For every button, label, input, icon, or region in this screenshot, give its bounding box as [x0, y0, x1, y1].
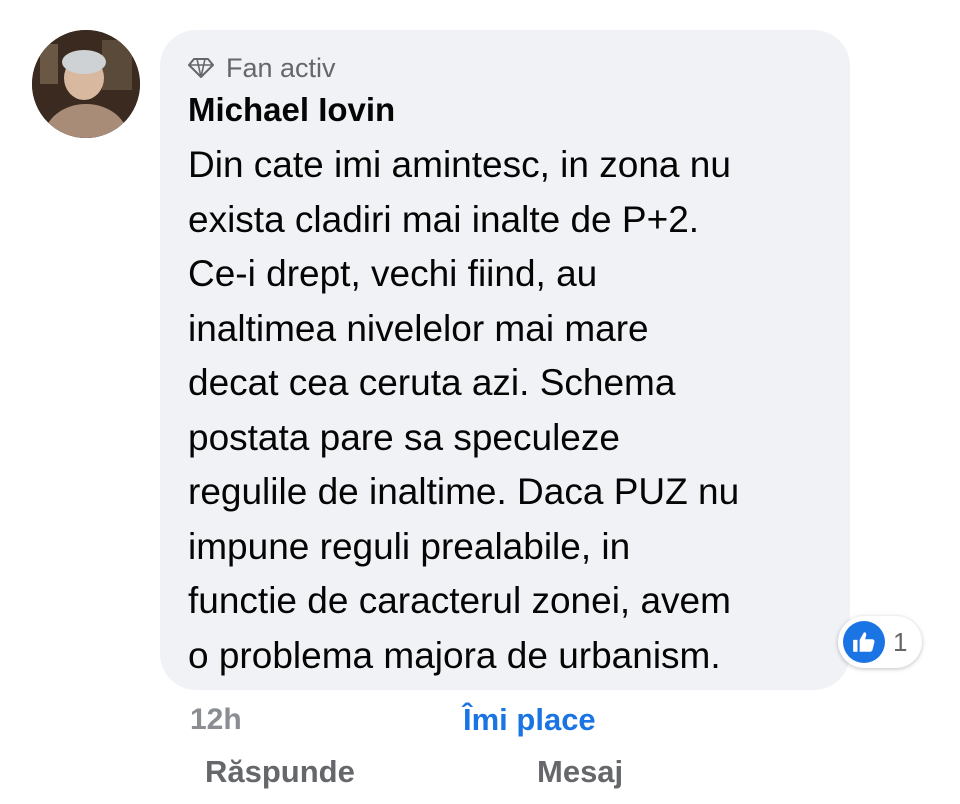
comment-meta: 12h Îmi place	[0, 700, 960, 740]
badge-label: Fan activ	[226, 53, 336, 83]
comment-text: Din cate imi amintesc, in zona nu exista…	[188, 144, 740, 676]
like-icon	[843, 621, 885, 663]
timestamp[interactable]: 12h	[190, 700, 242, 740]
message-button[interactable]: Mesaj	[537, 751, 623, 793]
reply-button[interactable]: Răspunde	[205, 751, 355, 793]
comment-bubble: Fan activ Michael Iovin Din cate imi ami…	[160, 30, 850, 690]
avatar-photo	[32, 30, 140, 138]
comment-actions: Răspunde Mesaj	[0, 751, 960, 793]
diamond-icon	[188, 57, 214, 79]
author-name[interactable]: Michael Iovin	[188, 90, 395, 130]
reaction-count: 1	[893, 626, 908, 657]
reaction-summary[interactable]: 1	[838, 616, 922, 668]
avatar[interactable]	[32, 30, 140, 138]
fan-badge[interactable]: Fan activ	[188, 52, 336, 84]
like-button[interactable]: Îmi place	[463, 700, 596, 740]
